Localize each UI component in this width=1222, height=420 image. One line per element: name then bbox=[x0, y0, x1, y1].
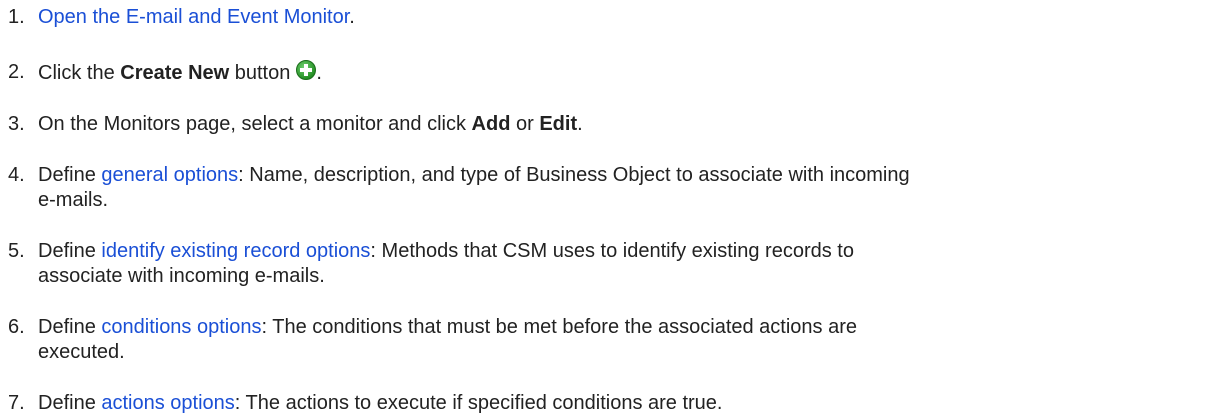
step-text: executed. bbox=[38, 341, 125, 363]
edit-label: Edit bbox=[539, 113, 578, 135]
step-text: Click the bbox=[38, 62, 121, 84]
conditions-options-link[interactable]: conditions options bbox=[101, 316, 261, 338]
general-options-link[interactable]: general options bbox=[101, 164, 238, 186]
step-text: : Methods that CSM uses to identify exis… bbox=[370, 240, 854, 262]
step-number: 6. bbox=[8, 316, 25, 338]
step-text: Define bbox=[38, 240, 102, 262]
open-email-event-monitor-link[interactable]: Open the E-mail and Event Monitor bbox=[38, 6, 349, 28]
step-number: 5. bbox=[8, 240, 25, 262]
add-label: Add bbox=[471, 113, 511, 135]
plus-circle-icon bbox=[296, 60, 317, 80]
step-2: 2. Click the Create New button . bbox=[8, 60, 1208, 86]
step-4: 4. Define general options: Name, descrip… bbox=[8, 163, 1208, 213]
create-new-label: Create New bbox=[120, 62, 230, 84]
step-text: Define bbox=[38, 164, 102, 186]
step-text: . bbox=[349, 6, 355, 28]
step-3: 3. On the Monitors page, select a monito… bbox=[8, 112, 1208, 137]
step-1: 1. Open the E-mail and Event Monitor. bbox=[8, 5, 1208, 30]
step-number: 4. bbox=[8, 164, 25, 186]
step-text: . bbox=[577, 113, 583, 135]
step-text: e-mails. bbox=[38, 189, 109, 211]
step-text: Define bbox=[38, 392, 102, 414]
step-6: 6. Define conditions options: The condit… bbox=[8, 315, 1208, 365]
step-5: 5. Define identify existing record optio… bbox=[8, 239, 1208, 289]
step-text: or bbox=[510, 113, 540, 135]
step-text: Define bbox=[38, 316, 102, 338]
step-number: 3. bbox=[8, 113, 25, 135]
step-text: On the Monitors page, select a monitor a… bbox=[38, 113, 472, 135]
step-number: 2. bbox=[8, 61, 25, 83]
step-number: 1. bbox=[8, 6, 25, 28]
step-text: . bbox=[316, 62, 322, 84]
identify-existing-record-options-link[interactable]: identify existing record options bbox=[101, 240, 370, 262]
step-7: 7. Define actions options: The actions t… bbox=[8, 391, 1208, 416]
step-text: : The conditions that must be met before… bbox=[261, 316, 858, 338]
step-text: : The actions to execute if specified co… bbox=[234, 392, 723, 414]
step-number: 7. bbox=[8, 392, 25, 414]
step-text: associate with incoming e-mails. bbox=[38, 265, 325, 287]
step-text: button bbox=[229, 62, 291, 84]
step-text: : Name, description, and type of Busines… bbox=[238, 164, 910, 186]
actions-options-link[interactable]: actions options bbox=[101, 392, 234, 414]
